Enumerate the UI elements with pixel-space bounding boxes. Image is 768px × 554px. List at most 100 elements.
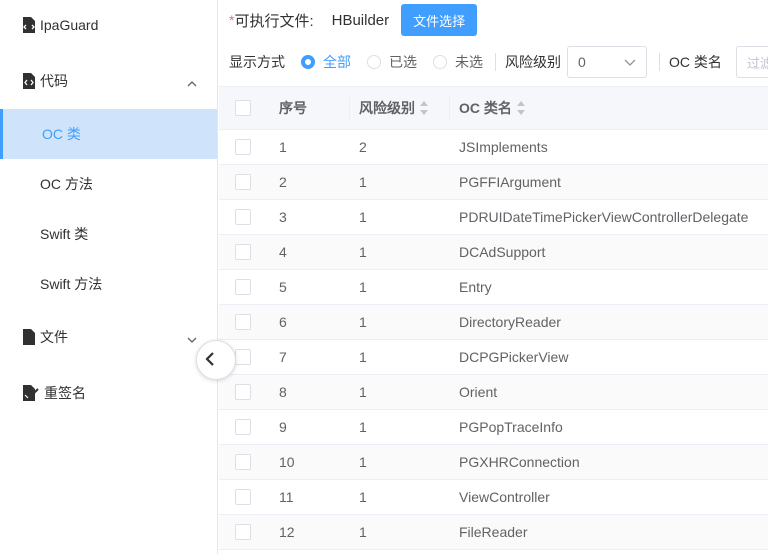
row-checkbox[interactable]: [235, 174, 251, 190]
column-divider: [449, 97, 450, 121]
row-checkbox[interactable]: [235, 244, 251, 260]
row-class-name: JSImplements: [459, 139, 548, 155]
sidebar-item-oc-method[interactable]: OC 方法: [0, 159, 217, 209]
column-label: OC 类名: [459, 100, 512, 116]
row-number: 11: [279, 489, 294, 505]
row-checkbox-cell: [235, 515, 251, 549]
table-body: 1 2 JSImplements 2 1 PGFFIArgument 3 1 PDRUIDate…: [219, 130, 768, 550]
row-class-name: DirectoryReader: [459, 314, 561, 330]
row-checkbox[interactable]: [235, 349, 251, 365]
row-risk-level: 1: [359, 314, 367, 330]
sidebar-item-label: 代码: [40, 73, 68, 89]
row-checkbox[interactable]: [235, 384, 251, 400]
row-number: 6: [279, 314, 287, 330]
sidebar-item-label: 文件: [40, 329, 68, 345]
filter-input[interactable]: 过滤: [735, 46, 768, 78]
sidebar: IpaGuard 代码 OC 类 OC 方法 Swift 类 Swift 方法: [0, 0, 218, 554]
row-class-name: DCPGPickerView: [459, 349, 569, 365]
row-checkbox[interactable]: [235, 419, 251, 435]
collapse-sidebar-button[interactable]: [196, 340, 236, 380]
row-checkbox[interactable]: [235, 314, 251, 330]
row-checkbox[interactable]: [235, 209, 251, 225]
table-row[interactable]: 2 1 PGFFIArgument: [219, 165, 768, 200]
radio-all[interactable]: 全部: [301, 52, 351, 72]
table-row[interactable]: 3 1 PDRUIDateTimePickerViewControllerDeleg…: [219, 200, 768, 235]
row-checkbox-cell: [235, 340, 251, 374]
row-number: 3: [279, 209, 287, 225]
file-icon: [22, 329, 36, 345]
sort-icon[interactable]: [516, 101, 525, 115]
column-header-no: 序号: [279, 87, 307, 129]
row-checkbox[interactable]: [235, 524, 251, 540]
oc-class-label: OC 类名: [669, 54, 722, 70]
row-number: 7: [279, 349, 287, 365]
radio-label: 未选: [455, 54, 483, 70]
sidebar-item-label: Swift 方法: [40, 276, 103, 292]
table-row[interactable]: 1 2 JSImplements: [219, 130, 768, 165]
radio-selected[interactable]: 已选: [367, 52, 417, 72]
row-class-name: Entry: [459, 279, 492, 295]
sidebar-item-resign[interactable]: 重签名: [0, 368, 217, 418]
table-row[interactable]: 4 1 DCAdSupport: [219, 235, 768, 270]
row-checkbox-cell: [235, 445, 251, 479]
table-row[interactable]: 7 1 DCPGPickerView: [219, 340, 768, 375]
exe-row: * 可执行文件: HBuilder 文件选择: [229, 4, 478, 36]
file-select-button[interactable]: 文件选择: [401, 4, 478, 36]
sort-icon[interactable]: [420, 101, 428, 115]
row-risk-level: 1: [359, 384, 367, 400]
sidebar-item-swift-method[interactable]: Swift 方法: [0, 259, 217, 309]
row-checkbox-cell: [235, 480, 251, 514]
display-mode-label: 显示方式: [229, 54, 285, 70]
row-checkbox-cell: [235, 305, 251, 339]
table-row[interactable]: 5 1 Entry: [219, 270, 768, 305]
row-checkbox-cell: [235, 200, 251, 234]
radio-label: 全部: [323, 54, 351, 70]
table-row[interactable]: 9 1 PGPopTraceInfo: [219, 410, 768, 445]
code-file-icon: [22, 17, 36, 33]
row-risk-level: 1: [359, 279, 367, 295]
filter-row: 显示方式 全部 已选 未选 风险级别 0 OC 类名 过: [229, 46, 768, 78]
sign-icon: [22, 385, 40, 401]
row-checkbox[interactable]: [235, 454, 251, 470]
sidebar-item-file[interactable]: 文件: [0, 312, 217, 362]
radio-circle: [367, 55, 381, 69]
row-class-name: PDRUIDateTimePickerViewControllerDelegat…: [459, 209, 749, 225]
column-header-risk[interactable]: 风险级别: [359, 87, 428, 129]
radio-circle: [301, 55, 315, 69]
column-divider: [349, 97, 350, 121]
sidebar-item-swift-class[interactable]: Swift 类: [0, 209, 217, 259]
risk-level-select[interactable]: 0: [567, 46, 647, 78]
row-checkbox[interactable]: [235, 279, 251, 295]
sidebar-item-oc-class[interactable]: OC 类: [0, 109, 217, 159]
sidebar-item-code[interactable]: 代码: [0, 56, 217, 106]
row-class-name: PGXHRConnection: [459, 454, 580, 470]
row-checkbox-cell: [235, 130, 251, 164]
table-row[interactable]: 8 1 Orient: [219, 375, 768, 410]
divider: [495, 53, 496, 71]
row-checkbox-cell: [235, 165, 251, 199]
divider: [659, 53, 660, 71]
table-row[interactable]: 10 1 PGXHRConnection: [219, 445, 768, 480]
table-row[interactable]: 11 1 ViewController: [219, 480, 768, 515]
select-all-checkbox[interactable]: [235, 100, 251, 116]
app-window: IpaGuard 代码 OC 类 OC 方法 Swift 类 Swift 方法: [0, 0, 768, 554]
oc-class-table: 序号 风险级别 OC 类名 1 2 JSImplements 2 1 PGFFIArgum…: [219, 86, 768, 550]
table-row[interactable]: 12 1 FileReader: [219, 515, 768, 550]
sidebar-item-label: Swift 类: [40, 226, 89, 242]
risk-level-label: 风险级别: [505, 54, 561, 70]
row-checkbox[interactable]: [235, 139, 251, 155]
table-row[interactable]: 6 1 DirectoryReader: [219, 305, 768, 340]
row-risk-level: 1: [359, 419, 367, 435]
radio-unselected[interactable]: 未选: [433, 52, 483, 72]
row-checkbox[interactable]: [235, 489, 251, 505]
table-header: 序号 风险级别 OC 类名: [219, 86, 768, 130]
row-number: 1: [279, 139, 287, 155]
row-risk-level: 1: [359, 524, 367, 540]
column-header-name[interactable]: OC 类名: [459, 87, 525, 129]
sidebar-item-ipaguard[interactable]: IpaGuard: [0, 0, 217, 50]
main-content: * 可执行文件: HBuilder 文件选择 显示方式 全部 已选 未选 风险级…: [219, 0, 768, 554]
chevron-down-icon: [624, 54, 636, 70]
sidebar-item-label: 重签名: [44, 385, 86, 401]
row-checkbox-cell: [235, 410, 251, 444]
row-number: 10: [279, 454, 295, 470]
